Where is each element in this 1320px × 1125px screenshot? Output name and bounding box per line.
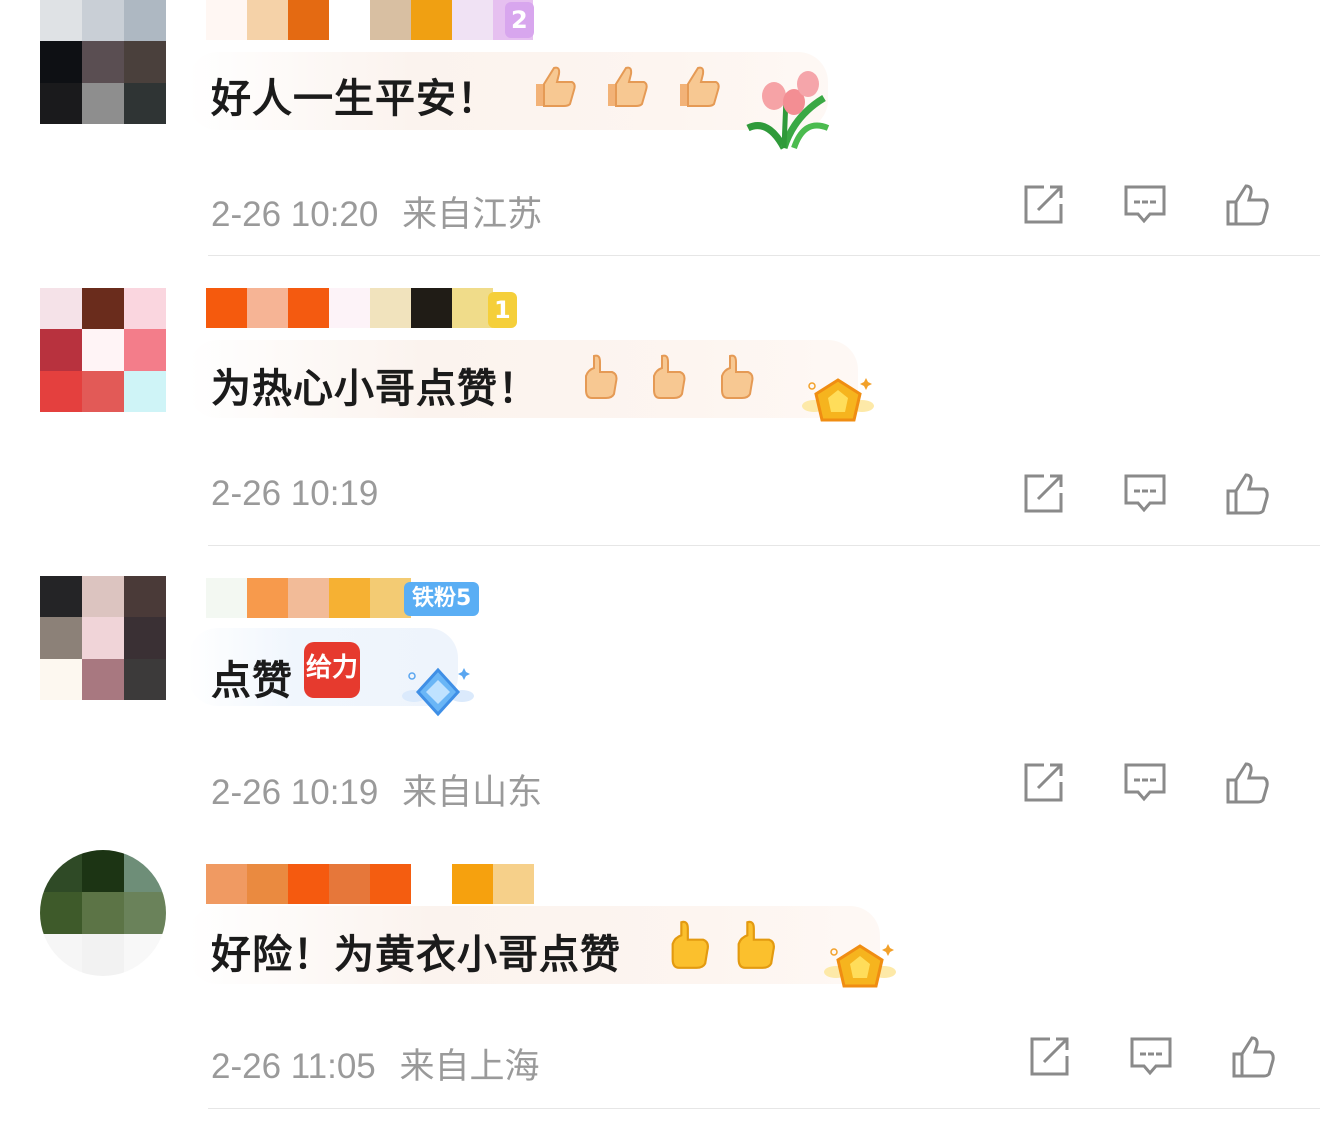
comment-bubble-icon[interactable] — [1128, 1034, 1174, 1080]
comment-bubble-icon[interactable] — [1122, 760, 1168, 806]
comment-meta: 2-26 11:05 来自上海 — [211, 1038, 540, 1089]
username-pixelated[interactable] — [206, 864, 534, 904]
gold-medal-decoration — [802, 378, 874, 422]
comment-location: 来自江苏 — [402, 195, 543, 234]
comment-text: 好险！为黄衣小哥点赞 — [211, 932, 621, 978]
emoji-group — [530, 62, 722, 110]
user-level-badge: 2 — [505, 2, 534, 38]
comment-location: 来自上海 — [399, 1047, 540, 1086]
thumbs-up-icon[interactable] — [1224, 471, 1270, 517]
user-level-badge: 1 — [488, 292, 517, 328]
tulip-flowers-decoration — [746, 71, 830, 150]
blue-diamond-medal-decoration — [402, 667, 474, 717]
comment-text: 点赞 — [211, 658, 293, 704]
comment-item: 1 为热心小哥点赞！ 2-26 10:19 — [0, 288, 1320, 546]
comment-meta: 2-26 10:20 来自江苏 — [211, 186, 542, 237]
thumbs-up-emoji — [671, 920, 709, 969]
avatar[interactable] — [40, 288, 166, 412]
emoji-group — [664, 918, 782, 970]
username-pixelated[interactable] — [206, 288, 493, 328]
thumbs-up-emoji — [721, 354, 754, 399]
comment-date: 2-26 11:05 — [211, 1047, 376, 1086]
thumbs-up-icon[interactable] — [1224, 182, 1270, 228]
comment-bubble-icon[interactable] — [1122, 471, 1168, 517]
comment-item: 好险！为黄衣小哥点赞 2-26 11:05 来自上海 — [0, 850, 1320, 1125]
user-level-badge: 铁粉5 — [404, 582, 480, 616]
comment-date: 2-26 10:20 — [211, 195, 379, 234]
avatar[interactable] — [40, 0, 166, 124]
thumbs-up-emoji — [608, 66, 648, 107]
comment-actions — [1020, 471, 1270, 517]
thumbs-up-emoji — [585, 354, 618, 399]
share-edit-icon[interactable] — [1020, 760, 1066, 806]
username-pixelated[interactable] — [206, 0, 533, 40]
comment-actions — [1020, 182, 1270, 228]
comment-item: 铁粉5 点赞 给力 2-26 10:19 来自山东 — [0, 576, 1320, 826]
divider — [208, 1108, 1320, 1109]
comment-item: 2 好人一生平安！ 2-26 10:20 来自江苏 — [0, 0, 1320, 256]
thumbs-up-emoji — [536, 66, 576, 107]
share-edit-icon[interactable] — [1026, 1034, 1072, 1080]
username-pixelated[interactable] — [206, 578, 411, 618]
comment-actions — [1026, 1034, 1276, 1080]
comment-date: 2-26 10:19 — [211, 474, 379, 513]
gold-medal-decoration — [824, 944, 896, 988]
comment-meta: 2-26 10:19 来自山东 — [211, 764, 542, 815]
share-edit-icon[interactable] — [1020, 182, 1066, 228]
share-edit-icon[interactable] — [1020, 471, 1066, 517]
comment-location: 来自山东 — [402, 773, 543, 812]
comment-meta: 2-26 10:19 — [211, 474, 378, 514]
comment-actions — [1020, 760, 1270, 806]
thumbs-up-icon[interactable] — [1230, 1034, 1276, 1080]
comment-bubble-icon[interactable] — [1122, 182, 1168, 228]
thumbs-up-emoji — [653, 354, 686, 399]
sticker-geili: 给力 — [304, 642, 360, 698]
divider — [208, 255, 1320, 256]
thumbs-up-emoji — [737, 920, 775, 969]
avatar[interactable] — [40, 576, 166, 700]
comment-date: 2-26 10:19 — [211, 773, 379, 812]
avatar[interactable] — [40, 850, 166, 976]
emoji-group — [578, 352, 762, 400]
comment-text: 为热心小哥点赞！ — [211, 366, 539, 412]
comment-text: 好人一生平安！ — [211, 76, 498, 122]
thumbs-up-icon[interactable] — [1224, 760, 1270, 806]
divider — [208, 545, 1320, 546]
thumbs-up-emoji — [680, 66, 720, 107]
